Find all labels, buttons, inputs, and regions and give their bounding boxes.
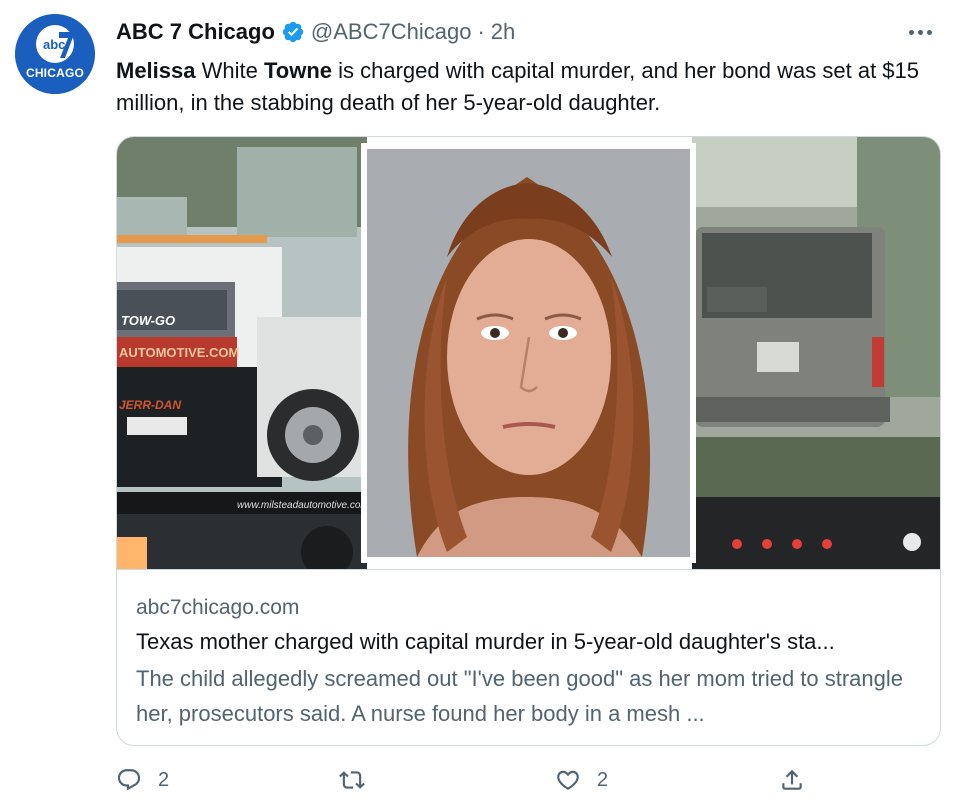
reply-button[interactable]: 2	[116, 762, 169, 798]
tweet-text-bold-1: Melissa	[116, 58, 196, 83]
card-image: TOW-GO AUTOMOTIVE.COM JERR-DAN www.milst…	[117, 137, 940, 569]
reply-count: 2	[158, 768, 170, 791]
website-text: www.milsteadautomotive.com	[237, 500, 369, 511]
like-icon	[557, 770, 579, 790]
tweet-text: Melissa White Towne is charged with capi…	[116, 55, 946, 119]
like-button[interactable]: 2	[555, 762, 608, 798]
card-title: Texas mother charged with capital murder…	[136, 629, 835, 654]
avatar-logo-text: abc	[43, 37, 65, 52]
retweet-button[interactable]	[339, 762, 365, 798]
automotive-text: AUTOMOTIVE.COM	[119, 345, 239, 360]
card-description: The child allegedly screamed out "I've b…	[136, 666, 904, 726]
abc7-logo-icon: abc	[15, 14, 95, 94]
tweet-header: ABC 7 Chicago @ABC7Chicago · 2h	[116, 18, 515, 46]
retweet-icon	[339, 771, 365, 789]
card-meta: abc7chicago.com Texas mother charged wit…	[117, 569, 940, 745]
tweet-text-part-2: White	[195, 58, 264, 83]
link-preview-card[interactable]: TOW-GO AUTOMOTIVE.COM JERR-DAN www.milst…	[116, 136, 941, 746]
jerr-dan-text: JERR-DAN	[119, 398, 181, 412]
like-count: 2	[597, 768, 609, 791]
tow-logo-text: TOW-GO	[121, 313, 175, 328]
avatar-subtext: CHICAGO	[25, 66, 85, 80]
account-handle[interactable]: @ABC7Chicago	[311, 19, 472, 45]
separator-dot: ·	[477, 19, 485, 44]
share-icon	[782, 769, 802, 790]
verified-badge-icon	[281, 20, 305, 44]
display-name[interactable]: ABC 7 Chicago	[116, 19, 275, 45]
tweet-action-bar: 2 2	[0, 762, 960, 798]
share-button[interactable]	[779, 762, 805, 798]
tweet-text-bold-2: Towne	[263, 58, 332, 83]
avatar[interactable]: abc CHICAGO	[15, 14, 95, 94]
timestamp[interactable]: 2h	[491, 19, 515, 45]
reply-icon	[117, 769, 141, 791]
card-domain: abc7chicago.com	[136, 596, 300, 619]
more-options-icon[interactable]	[900, 20, 940, 44]
